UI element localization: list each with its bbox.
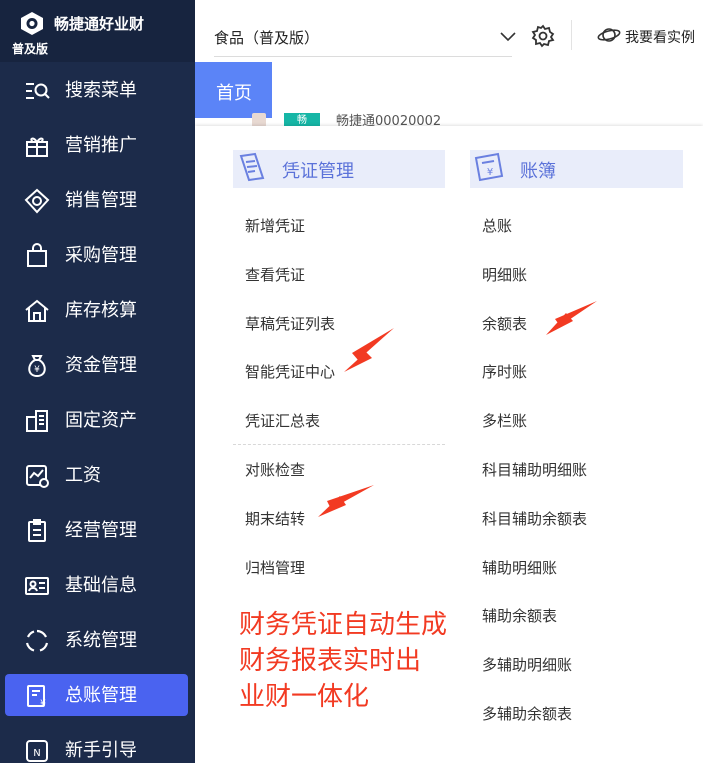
- account-set-value: 食品（普及版）: [214, 29, 320, 47]
- menu-period-end-closing[interactable]: 期末结转: [245, 508, 305, 529]
- svg-text:¥: ¥: [34, 365, 40, 375]
- menu-aux-balance[interactable]: 辅助余额表: [482, 605, 557, 626]
- sidebar-item-label: 销售管理: [65, 190, 137, 211]
- menu-reconciliation-check[interactable]: 对账检查: [245, 459, 305, 480]
- menu-multi-aux-balance[interactable]: 多辅助余额表: [482, 703, 572, 724]
- gear-icon[interactable]: [531, 24, 555, 48]
- chevron-down-icon: [500, 32, 516, 42]
- sidebar-item-general-ledger[interactable]: ¥ 总账管理: [0, 674, 195, 718]
- brand-header: 畅捷通好业财 普及版: [0, 0, 195, 62]
- sidebar-item-label: 工资: [65, 465, 101, 486]
- menu-multi-column-ledger[interactable]: 多栏账: [482, 410, 527, 431]
- svg-text:¥: ¥: [487, 167, 493, 178]
- shopping-bag-icon: [27, 243, 47, 267]
- clipboard-icon: [28, 519, 46, 542]
- annotation-line: 财务报表实时出: [239, 646, 422, 676]
- sidebar-item-marketing[interactable]: 营销推广: [0, 124, 195, 168]
- planet-icon: [597, 28, 621, 42]
- voucher-section-header: 凭证管理: [233, 150, 445, 188]
- sidebar-item-label: 营销推广: [65, 135, 137, 156]
- account-set-select[interactable]: 食品（普及版）: [214, 17, 516, 57]
- sidebar-item-label: 基础信息: [65, 575, 137, 596]
- sidebar-item-search-menu[interactable]: 搜索菜单: [0, 69, 195, 113]
- sidebar-item-system[interactable]: 系统管理: [0, 619, 195, 663]
- menu-balance-sheet[interactable]: 余额表: [482, 313, 527, 334]
- ledger-icon: ¥: [27, 685, 46, 709]
- sidebar-item-basic-info[interactable]: 基础信息: [0, 564, 195, 608]
- company-badge: 畅: [284, 113, 320, 126]
- menu-journal[interactable]: 序时账: [482, 361, 527, 382]
- menu-aux-detail[interactable]: 辅助明细账: [482, 557, 557, 578]
- menu-smart-voucher-center[interactable]: 智能凭证中心: [245, 361, 335, 382]
- sidebar-item-label: 经营管理: [65, 520, 137, 541]
- sidebar-item-label: 库存核算: [65, 300, 137, 321]
- sidebar-item-guide[interactable]: N 新手引导: [0, 729, 195, 763]
- app-edition: 普及版: [12, 42, 49, 56]
- sidebar-item-funds[interactable]: ¥ 资金管理: [0, 344, 195, 388]
- svg-text:¥: ¥: [40, 699, 46, 709]
- menu-general-ledger[interactable]: 总账: [482, 215, 512, 236]
- sales-icon: [24, 188, 50, 214]
- sidebar-item-label: 采购管理: [65, 245, 137, 266]
- app-logo-icon: [21, 12, 43, 35]
- menu-subject-aux-balance[interactable]: 科目辅助余额表: [482, 508, 587, 529]
- money-bag-icon: ¥: [28, 355, 46, 378]
- sidebar-item-label: 新手引导: [65, 740, 137, 761]
- ledger-book-icon: ¥: [474, 152, 504, 182]
- svg-text:N: N: [33, 748, 40, 759]
- menu-voucher-summary[interactable]: 凭证汇总表: [245, 410, 320, 431]
- sidebar-item-operations[interactable]: 经营管理: [0, 509, 195, 553]
- sidebar-item-sales[interactable]: 销售管理: [0, 179, 195, 223]
- background-row: 畅 畅捷通00020002: [252, 109, 702, 126]
- menu-draft-voucher-list[interactable]: 草稿凭证列表: [245, 313, 335, 334]
- ledger-section-header: ¥ 账簿: [470, 150, 683, 188]
- warehouse-icon: [25, 299, 49, 322]
- sidebar-item-label: 资金管理: [65, 355, 137, 376]
- app-name: 畅捷通好业财: [54, 15, 145, 33]
- annotation-line: 业财一体化: [239, 682, 370, 712]
- menu-view-voucher[interactable]: 查看凭证: [245, 264, 305, 285]
- voucher-section-title: 凭证管理: [282, 161, 354, 182]
- menu-multi-aux-detail[interactable]: 多辅助明细账: [482, 654, 572, 675]
- ledger-section-title: 账簿: [520, 161, 556, 182]
- sidebar-item-fixed-assets[interactable]: 固定资产: [0, 399, 195, 443]
- sidebar-item-label: 总账管理: [65, 685, 137, 706]
- top-bar: 食品（普及版） 我要看实例: [195, 0, 703, 62]
- avatar: [252, 113, 266, 126]
- menu-subject-aux-detail[interactable]: 科目辅助明细账: [482, 459, 587, 480]
- sidebar-item-label: 系统管理: [65, 630, 137, 651]
- sidebar-item-purchase[interactable]: 采购管理: [0, 234, 195, 278]
- sidebar-item-salary[interactable]: 工资: [0, 454, 195, 498]
- sidebar-item-inventory[interactable]: 库存核算: [0, 289, 195, 333]
- sidebar-item-label: 搜索菜单: [65, 80, 137, 101]
- sidebar-item-label: 固定资产: [65, 410, 137, 431]
- toolbar-divider: [571, 20, 572, 50]
- menu-new-voucher[interactable]: 新增凭证: [245, 215, 305, 236]
- salary-chart-icon: [26, 465, 49, 488]
- view-example-link[interactable]: 我要看实例: [625, 27, 695, 47]
- section-divider: [233, 444, 445, 445]
- new-badge-icon: N: [26, 740, 48, 762]
- search-menu-icon: [26, 83, 50, 99]
- id-card-icon: [25, 577, 49, 595]
- gift-icon: [26, 137, 48, 157]
- menu-detail-ledger[interactable]: 明细账: [482, 264, 527, 285]
- company-text: 畅捷通00020002: [336, 114, 442, 126]
- annotation-line: 财务凭证自动生成: [239, 610, 448, 640]
- system-icon: [25, 629, 49, 652]
- menu-archive-management[interactable]: 归档管理: [245, 557, 305, 578]
- voucher-icon: [239, 152, 265, 182]
- sidebar: 畅捷通好业财 普及版 搜索菜单 营销推广 销售管理 采购管理 库存核算 ¥ 资金…: [0, 0, 195, 763]
- building-icon: [26, 410, 48, 432]
- annotation-text: 财务凭证自动生成 财务报表实时出 业财一体化: [239, 607, 447, 715]
- tab-home-label: 首页: [216, 83, 252, 104]
